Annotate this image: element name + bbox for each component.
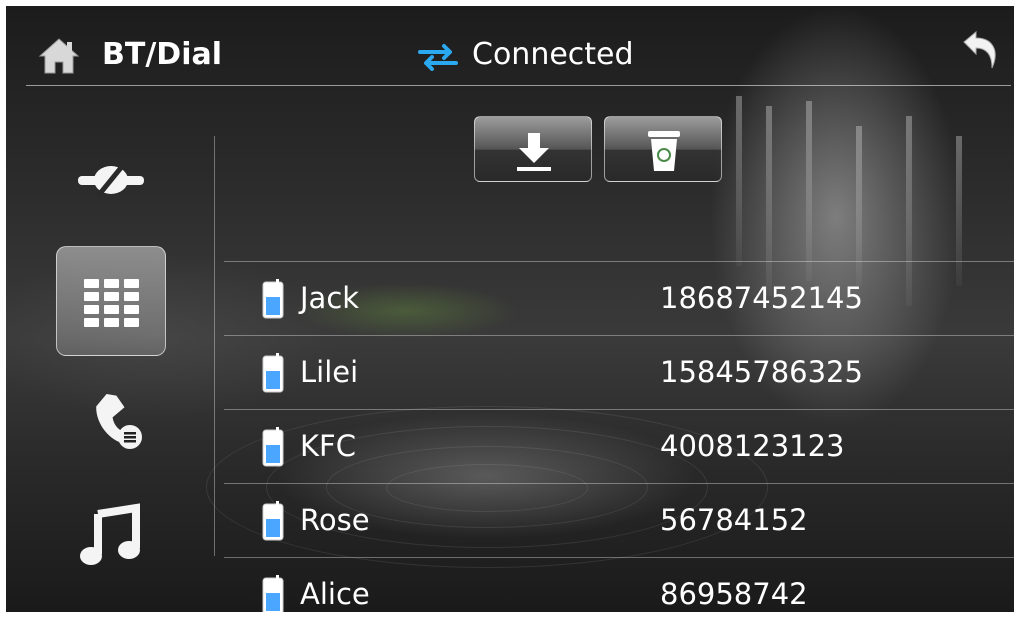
contact-number: 18687452145: [660, 281, 863, 315]
contact-number: 56784152: [660, 503, 808, 537]
contact-name: KFC: [300, 429, 356, 463]
background-waterfall: [806, 101, 812, 281]
phone-icon: [262, 427, 284, 467]
connection-status: Connected: [472, 37, 634, 72]
phone-icon: [262, 353, 284, 393]
dialpad-icon: [84, 279, 139, 327]
screen: BT/Dial Connected Jack 18687452145 Lilei…: [6, 6, 1014, 612]
swap-arrows-icon: [416, 43, 460, 71]
contact-row[interactable]: Jack 18687452145: [224, 261, 1014, 335]
contact-list: Jack 18687452145 Lilei 15845786325 KFC 4…: [224, 261, 1014, 612]
sidebar-divider: [214, 136, 215, 556]
contact-name: Rose: [300, 503, 370, 537]
phone-icon: [262, 501, 284, 541]
sidebar-item-call-log[interactable]: [56, 366, 166, 476]
trash-icon: [648, 131, 680, 171]
contact-number: 15845786325: [660, 355, 863, 389]
contact-row[interactable]: KFC 4008123123: [224, 409, 1014, 483]
download-button[interactable]: [474, 116, 592, 182]
contact-row[interactable]: Alice 86958742: [224, 557, 1014, 612]
contact-row[interactable]: Lilei 15845786325: [224, 335, 1014, 409]
top-bar: BT/Dial Connected: [6, 6, 1014, 86]
phone-icon: [262, 279, 284, 319]
bluetooth-link-icon: [78, 162, 144, 198]
phone-icon: [262, 575, 284, 612]
background-waterfall: [736, 96, 742, 266]
sidebar-item-link[interactable]: [56, 126, 166, 236]
back-arrow-icon[interactable]: [956, 28, 1006, 78]
call-log-icon: [96, 393, 142, 449]
contact-name: Jack: [300, 281, 360, 315]
sidebar-item-music[interactable]: [56, 484, 166, 594]
contact-row[interactable]: Rose 56784152: [224, 483, 1014, 557]
sidebar-item-dialpad[interactable]: [56, 246, 166, 356]
music-icon: [80, 503, 140, 565]
home-icon[interactable]: [38, 36, 80, 76]
download-icon: [517, 133, 551, 171]
delete-button[interactable]: [604, 116, 722, 182]
contact-name: Alice: [300, 577, 370, 611]
contact-number: 86958742: [660, 577, 808, 611]
header-divider: [26, 85, 1011, 86]
contact-name: Lilei: [300, 355, 359, 389]
contact-number: 4008123123: [660, 429, 845, 463]
app-title: BT/Dial: [102, 37, 222, 72]
